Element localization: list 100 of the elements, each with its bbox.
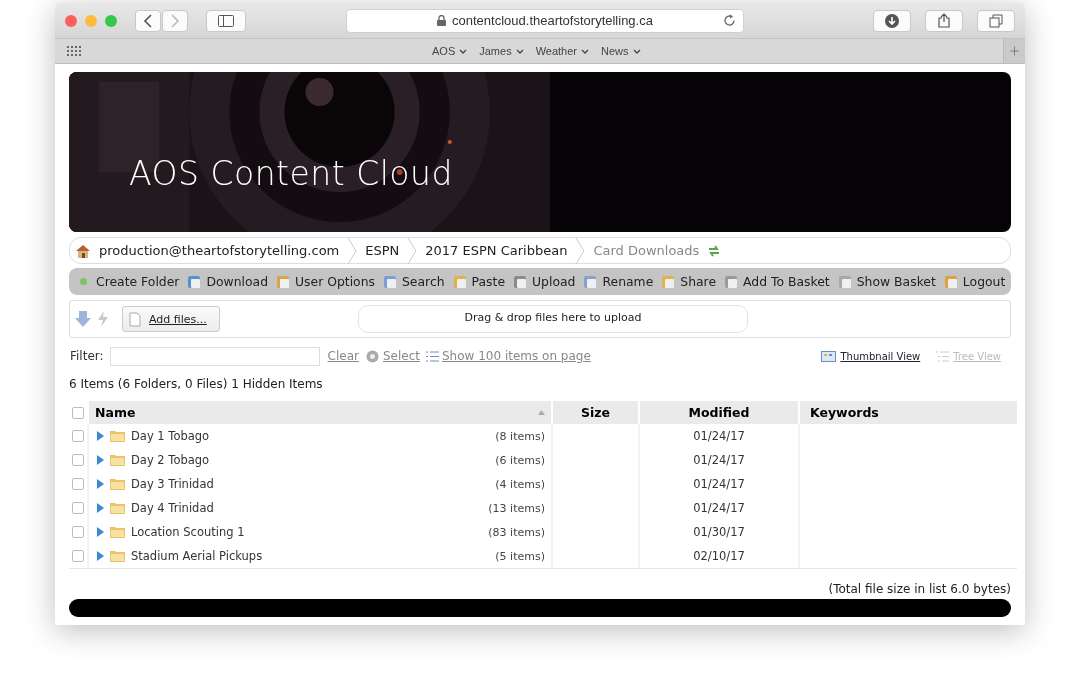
modified-date: 01/24/17 xyxy=(693,429,745,443)
toolbar-button[interactable]: Search xyxy=(380,273,448,290)
column-header[interactable]: Name xyxy=(95,405,136,420)
chevron-separator-icon xyxy=(407,237,418,264)
select-link[interactable]: Select xyxy=(364,348,420,364)
bookmark-menu[interactable]: News xyxy=(599,45,643,57)
chevron-down-icon xyxy=(581,48,589,54)
column-header[interactable]: Size xyxy=(580,405,610,420)
filter-field[interactable] xyxy=(109,346,320,366)
folder-icon xyxy=(110,550,125,562)
plus-icon xyxy=(1010,45,1019,57)
row-checkbox[interactable] xyxy=(72,454,84,466)
breadcrumb-link[interactable]: production@theartofstorytelling.com xyxy=(95,243,344,258)
add-files-button[interactable]: Add files... xyxy=(122,306,220,332)
chevron-down-icon xyxy=(515,48,524,54)
forward-button[interactable] xyxy=(162,9,188,32)
folder-icon xyxy=(110,526,125,538)
row-checkbox[interactable] xyxy=(72,550,84,562)
folder-name[interactable]: Day 3 Trinidad xyxy=(131,477,214,491)
list-icon xyxy=(426,349,439,363)
thumbnail-icon xyxy=(821,350,837,362)
toolbar-button[interactable]: Paste xyxy=(449,273,509,290)
lightning-icon[interactable] xyxy=(96,310,110,328)
expand-triangle-icon[interactable] xyxy=(97,551,104,561)
bookmark-menu[interactable]: Weather xyxy=(533,45,591,57)
document-icon xyxy=(276,273,292,290)
item-summary: 6 Items (6 Folders, 0 Files) 1 Hidden Items xyxy=(69,377,324,391)
page-icon xyxy=(129,311,141,327)
sort-arrow-icon[interactable] xyxy=(538,410,545,415)
folder-name[interactable]: Day 2 Tobago xyxy=(131,453,210,467)
toolbar-button[interactable]: User Options xyxy=(273,273,378,290)
document-icon xyxy=(837,273,854,290)
document-icon xyxy=(943,273,960,290)
toolbar-button[interactable]: Share xyxy=(658,273,720,290)
address-bar[interactable]: contentcloud.theartofstorytelling.ca xyxy=(346,8,744,33)
close-button[interactable] xyxy=(65,14,77,27)
select-all-checkbox[interactable] xyxy=(72,406,84,419)
share-icon xyxy=(938,13,950,28)
document-icon xyxy=(383,273,399,290)
view-link[interactable]: Thumbnail View xyxy=(821,350,921,362)
folder-name[interactable]: Day 4 Trinidad xyxy=(131,501,214,515)
folder-name[interactable]: Day 1 Tobago xyxy=(131,429,210,443)
modified-date: 01/24/17 xyxy=(693,453,745,467)
toolbar-button[interactable]: Add To Basket xyxy=(721,273,833,290)
column-header[interactable]: Keywords xyxy=(810,405,879,420)
bookmark-menu[interactable]: James xyxy=(477,45,526,57)
back-button[interactable] xyxy=(135,9,161,32)
forward-chevron-icon xyxy=(170,13,180,28)
tabs-button[interactable] xyxy=(977,9,1015,32)
refresh-icon[interactable] xyxy=(707,243,722,258)
share-button[interactable] xyxy=(925,9,963,32)
back-chevron-icon xyxy=(143,13,153,28)
apps-grid-icon[interactable] xyxy=(67,46,81,56)
expand-triangle-icon[interactable] xyxy=(97,431,104,441)
expand-triangle-icon[interactable] xyxy=(97,455,104,465)
toolbar-button[interactable]: Show Basket xyxy=(834,273,939,290)
sidebar-button[interactable] xyxy=(206,9,246,32)
downloads-button[interactable] xyxy=(873,9,911,32)
toolbar-button[interactable]: Logout xyxy=(940,273,1009,290)
breadcrumb-link[interactable]: 2017 ESPN Caribbean xyxy=(421,243,572,258)
new-tab-button[interactable] xyxy=(1003,39,1025,63)
folder-name[interactable]: Location Scouting 1 xyxy=(131,525,245,539)
zoom-button[interactable] xyxy=(105,14,117,27)
toolbar-button[interactable]: Create Folder xyxy=(77,274,183,289)
row-checkbox[interactable] xyxy=(72,526,84,538)
banner-title: AOS Content Cloud xyxy=(129,154,453,193)
row-checkbox[interactable] xyxy=(72,502,84,514)
chevron-down-icon xyxy=(632,48,641,54)
tree-list-icon xyxy=(936,350,950,362)
sidebar-icon xyxy=(218,14,234,27)
folder-name[interactable]: Stadium Aerial Pickups xyxy=(131,549,263,563)
toolbar-button[interactable]: Download xyxy=(184,273,271,290)
drop-zone[interactable]: Drag & drop files here to upload xyxy=(358,305,748,333)
toolbar-button[interactable]: Rename xyxy=(580,273,657,290)
expand-triangle-icon[interactable] xyxy=(97,527,104,537)
modified-date: 01/24/17 xyxy=(693,477,745,491)
toolbar-button[interactable]: Upload xyxy=(510,273,579,290)
item-count: (13 items) xyxy=(488,501,545,515)
down-arrow-icon[interactable] xyxy=(74,310,92,328)
chevron-down-icon xyxy=(459,48,468,54)
total-size: (Total file size in list 6.0 bytes) xyxy=(827,582,1011,596)
breadcrumb-link[interactable]: Card Downloads xyxy=(589,243,704,258)
chevron-separator-icon xyxy=(575,237,586,264)
item-count: (8 items) xyxy=(495,429,545,443)
row-checkbox[interactable] xyxy=(72,478,84,490)
minimize-button[interactable] xyxy=(85,14,97,27)
expand-triangle-icon[interactable] xyxy=(97,503,104,513)
chevron-separator-icon xyxy=(347,237,358,264)
expand-triangle-icon[interactable] xyxy=(97,479,104,489)
breadcrumb-link[interactable]: ESPN xyxy=(361,243,404,258)
dot-icon xyxy=(80,278,87,285)
clear-link[interactable]: Clear xyxy=(327,349,359,363)
reload-icon[interactable] xyxy=(723,14,736,27)
item-count: (4 items) xyxy=(495,477,545,491)
item-count: (6 items) xyxy=(495,453,545,467)
show-items-link[interactable]: Show 100 items on page xyxy=(426,349,591,363)
column-header[interactable]: Modified xyxy=(688,405,750,420)
row-checkbox[interactable] xyxy=(72,430,84,442)
folder-icon xyxy=(110,478,125,490)
bookmark-menu[interactable]: AOS xyxy=(430,45,470,57)
